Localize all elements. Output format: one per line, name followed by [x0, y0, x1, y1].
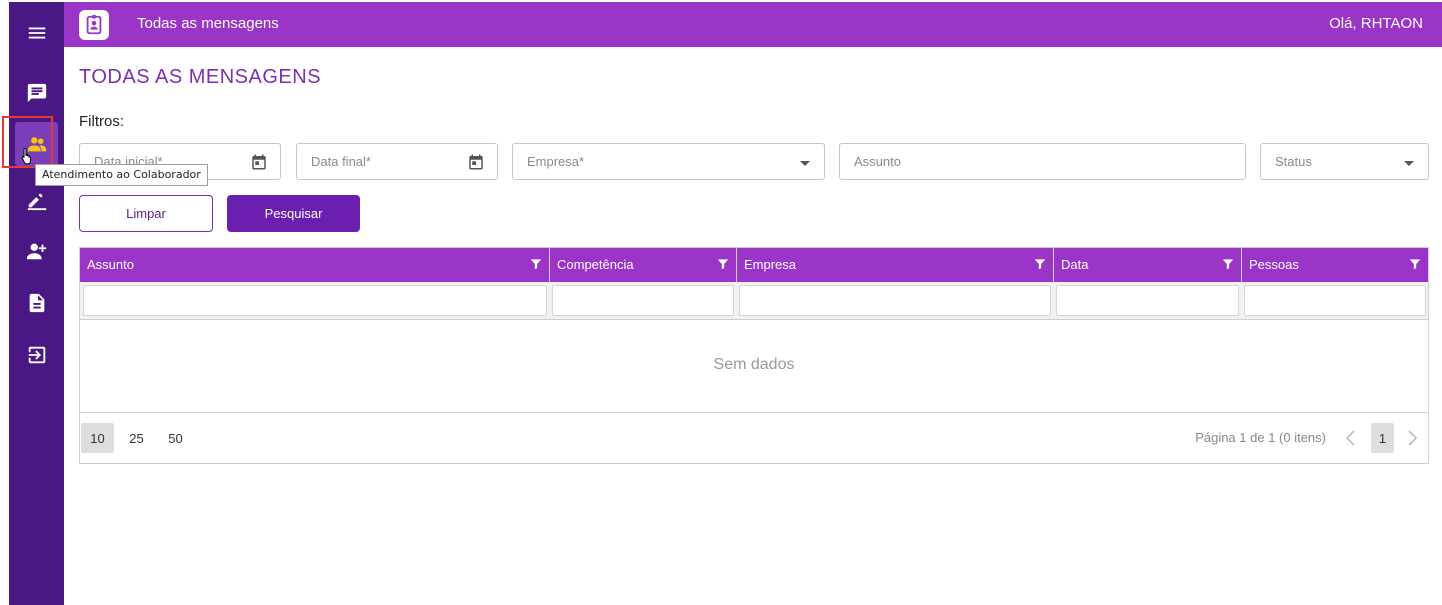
column-label: Empresa — [744, 257, 797, 272]
search-button[interactable]: Pesquisar — [227, 195, 360, 232]
column-label: Data — [1061, 257, 1089, 272]
filters-label: Filtros: — [79, 113, 124, 130]
user-greeting[interactable]: Olá, RHTAON — [1329, 15, 1423, 32]
calendar-icon[interactable] — [467, 153, 485, 171]
menu-icon — [28, 27, 45, 39]
grid-filter-row — [80, 282, 1428, 320]
messages-grid: Assunto Competência Empresa Data Pessoas — [79, 247, 1429, 464]
sidebar-item-logout[interactable] — [9, 335, 64, 375]
sidebar-item-edit[interactable] — [9, 180, 64, 220]
logout-icon — [28, 346, 45, 364]
column-header-empresa[interactable]: Empresa — [737, 248, 1054, 282]
sidebar-tooltip: Atendimento ao Colaborador — [35, 164, 208, 186]
person-add-icon — [26, 243, 46, 260]
sidebar-menu-button[interactable] — [9, 13, 64, 53]
chevron-down-icon — [800, 161, 810, 166]
filter-icon[interactable] — [716, 257, 730, 271]
column-header-pessoas[interactable]: Pessoas — [1242, 248, 1428, 282]
filter-input-assunto[interactable] — [83, 285, 547, 316]
page-size-25[interactable]: 25 — [120, 423, 153, 453]
filter-input-data[interactable] — [1056, 285, 1239, 316]
grid-header: Assunto Competência Empresa Data Pessoas — [80, 248, 1428, 282]
page-size-10[interactable]: 10 — [81, 423, 114, 453]
pager-divider — [80, 412, 1428, 413]
column-header-competencia[interactable]: Competência — [550, 248, 737, 282]
end-date-field[interactable]: Data final* — [296, 143, 498, 180]
chevron-left-icon[interactable] — [1344, 429, 1358, 447]
filter-input-pessoas[interactable] — [1244, 285, 1426, 316]
pencil-icon — [27, 193, 46, 211]
subject-input[interactable]: Assunto — [839, 143, 1246, 180]
app-title: Todas as mensagens — [137, 15, 279, 32]
page-size-50[interactable]: 50 — [159, 423, 192, 453]
sidebar-item-messages[interactable] — [9, 73, 64, 113]
filter-icon[interactable] — [529, 257, 543, 271]
column-label: Competência — [557, 257, 634, 272]
page-title: TODAS AS MENSAGENS — [79, 66, 322, 88]
sidebar-item-add-person[interactable] — [9, 231, 64, 271]
filter-input-empresa[interactable] — [739, 285, 1051, 316]
filter-icon[interactable] — [1221, 257, 1235, 271]
page-number-current[interactable]: 1 — [1371, 423, 1394, 453]
message-icon — [27, 83, 46, 103]
hand-cursor-icon — [21, 147, 31, 165]
clear-button[interactable]: Limpar — [79, 195, 213, 232]
sidebar-item-documents[interactable] — [9, 283, 64, 323]
page-info: Página 1 de 1 (0 itens) — [1195, 430, 1326, 445]
company-placeholder: Empresa* — [527, 154, 585, 169]
filter-icon[interactable] — [1408, 257, 1422, 271]
end-date-placeholder: Data final* — [311, 154, 371, 169]
chevron-down-icon — [1404, 161, 1414, 166]
chevron-right-icon[interactable] — [1405, 429, 1419, 447]
subject-placeholder: Assunto — [854, 154, 901, 169]
top-bar: Todas as mensagens Olá, RHTAON — [64, 2, 1442, 47]
column-header-data[interactable]: Data — [1054, 248, 1242, 282]
column-header-assunto[interactable]: Assunto — [80, 248, 550, 282]
calendar-icon[interactable] — [250, 153, 268, 171]
column-label: Assunto — [87, 257, 134, 272]
document-icon — [29, 293, 44, 313]
column-label: Pessoas — [1249, 257, 1299, 272]
status-select[interactable]: Status — [1260, 143, 1429, 180]
app-window: Atendimento ao Colaborador Todas as mens… — [0, 0, 1442, 605]
status-placeholder: Status — [1275, 154, 1312, 169]
filter-icon[interactable] — [1033, 257, 1047, 271]
sidebar — [9, 2, 64, 605]
empty-state-text: Sem dados — [713, 356, 795, 373]
filter-input-competencia[interactable] — [552, 285, 734, 316]
app-logo-icon — [79, 10, 109, 40]
company-select[interactable]: Empresa* — [512, 143, 825, 180]
